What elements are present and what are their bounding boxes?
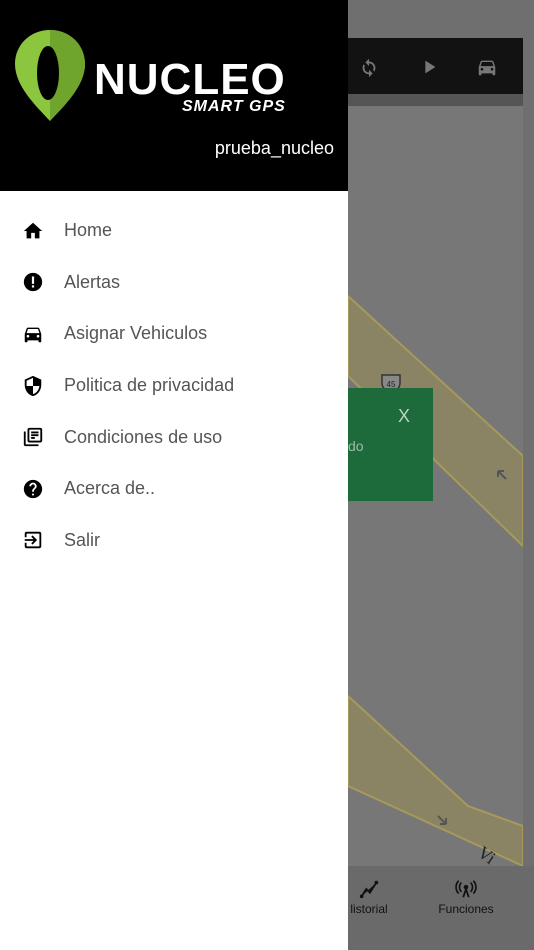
toast-text: do [348, 438, 364, 454]
bottom-tabbar: listorial Funciones [348, 866, 534, 950]
tab-funciones[interactable]: Funciones [434, 878, 498, 916]
map-edge [523, 94, 534, 866]
toast-notification: X do [348, 388, 433, 501]
menu-item-label: Salir [64, 529, 101, 550]
alert-icon [22, 271, 44, 293]
menu-item-label: Asignar Vehiculos [64, 323, 208, 344]
menu-item-label: Alertas [64, 271, 121, 292]
refresh-icon[interactable] [358, 56, 380, 78]
navigation-drawer: NUCLEO SMART GPS prueba_nucleo Home Aler… [0, 0, 348, 950]
car-icon [22, 323, 44, 345]
help-icon [22, 478, 44, 500]
tab-historial-label: listorial [350, 902, 388, 916]
menu-item-politica-privacidad[interactable]: Politica de privacidad [0, 360, 348, 412]
app-screen: 45 X do Vi listorial Funciones NUCLEO SM… [0, 0, 534, 950]
menu-item-salir[interactable]: Salir [0, 515, 348, 567]
car-icon[interactable] [476, 56, 498, 78]
play-icon[interactable] [418, 56, 440, 78]
menu-item-label: Acerca de.. [64, 478, 156, 499]
menu-item-condiciones-uso[interactable]: Condiciones de uso [0, 411, 348, 463]
logout-icon [22, 529, 44, 551]
tab-funciones-label: Funciones [438, 902, 494, 916]
toast-close-button[interactable]: X [398, 406, 410, 427]
shield-icon [22, 375, 44, 397]
home-icon [22, 220, 44, 242]
menu-item-acerca-de[interactable]: Acerca de.. [0, 463, 348, 515]
brand-name: NUCLEO [94, 55, 286, 104]
tab-historial[interactable]: listorial [344, 878, 394, 916]
brand-tagline: SMART GPS [182, 98, 286, 115]
library-icon [22, 426, 44, 448]
toolbar-divider [348, 94, 523, 106]
menu-item-label: Condiciones de uso [64, 426, 223, 447]
drawer-header: NUCLEO SMART GPS prueba_nucleo [0, 0, 348, 191]
antenna-icon [455, 880, 477, 898]
menu-item-label: Home [64, 220, 113, 241]
menu-item-asignar-vehiculos[interactable]: Asignar Vehiculos [0, 308, 348, 360]
drawer-menu: Home Alertas Asignar Vehiculos Politica … [0, 205, 348, 566]
map-toolbar [348, 38, 523, 94]
menu-item-label: Politica de privacidad [64, 375, 235, 396]
menu-item-alertas[interactable]: Alertas [0, 257, 348, 309]
menu-item-home[interactable]: Home [0, 205, 348, 257]
route-icon [359, 880, 379, 899]
username: prueba_nucleo [214, 138, 334, 158]
brand-pin-icon [12, 28, 88, 124]
